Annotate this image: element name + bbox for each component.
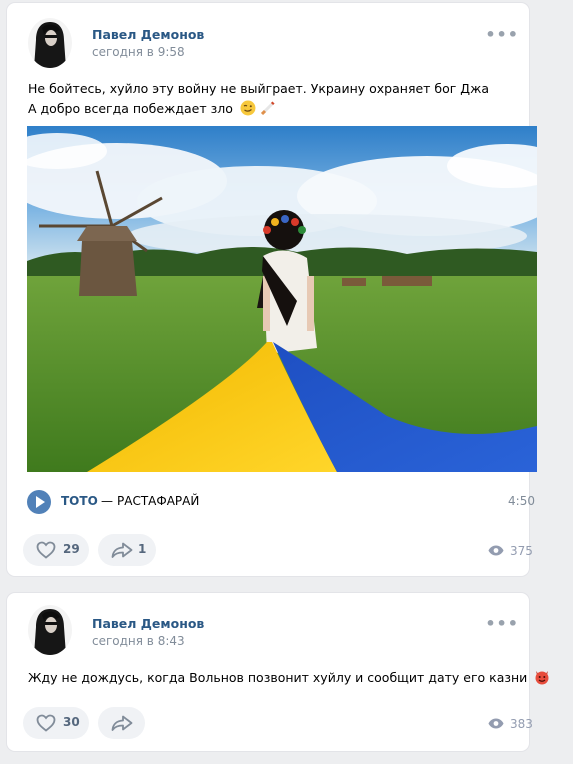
author-avatar[interactable] xyxy=(28,18,72,68)
devil-emoji-icon xyxy=(534,669,550,685)
audio-title[interactable]: РАСТАФАРАЙ xyxy=(117,494,199,508)
post-text-line-with-emoji: А добро всегда побеждает зло xyxy=(28,99,276,119)
share-arrow-icon xyxy=(111,542,133,558)
post-photo[interactable] xyxy=(27,126,537,472)
heart-icon xyxy=(36,714,56,732)
post-card: Павел Демонов сегодня в 8:43 ••• Жду не … xyxy=(7,593,549,751)
audio-attachment: ТОТО — РАСТАФАРАЙ 4:50 xyxy=(27,488,537,514)
play-button[interactable] xyxy=(27,490,51,514)
post-card: Павел Демонов сегодня в 9:58 ••• Не бойт… xyxy=(7,3,537,576)
post-timestamp[interactable]: сегодня в 8:43 xyxy=(92,634,185,648)
audio-separator: — xyxy=(101,494,113,508)
eye-icon xyxy=(488,545,504,556)
like-count: 29 xyxy=(63,542,80,556)
share-count: 1 xyxy=(138,542,147,556)
like-button[interactable]: 30 xyxy=(23,707,89,739)
eye-icon xyxy=(488,718,504,729)
share-button[interactable]: 1 xyxy=(98,534,156,566)
post-author-name[interactable]: Павел Демонов xyxy=(92,27,204,42)
post-text-line: Жду не дождусь, когда Вольнов позвонит х… xyxy=(28,670,528,685)
post-text-line-with-emoji: Жду не дождусь, когда Вольнов позвонит х… xyxy=(28,668,550,688)
post-text-line: Не бойтесь, хуйло эту войну не выйграет.… xyxy=(28,81,489,96)
views-count: 383 xyxy=(510,717,533,731)
more-options-icon[interactable]: ••• xyxy=(485,25,519,44)
views-count: 375 xyxy=(510,544,533,558)
audio-artist[interactable]: ТОТО xyxy=(61,494,98,508)
author-avatar[interactable] xyxy=(28,605,72,655)
post-author-name[interactable]: Павел Демонов xyxy=(92,616,204,631)
audio-duration: 4:50 xyxy=(508,494,535,508)
more-options-icon[interactable]: ••• xyxy=(485,614,519,633)
like-count: 30 xyxy=(63,715,80,729)
wink-emoji-icon xyxy=(240,100,256,116)
share-arrow-icon xyxy=(111,715,133,731)
post-text-line: А добро всегда побеждает зло xyxy=(28,101,233,116)
cigarette-emoji-icon xyxy=(260,100,276,116)
heart-icon xyxy=(36,541,56,559)
like-button[interactable]: 29 xyxy=(23,534,89,566)
post-timestamp[interactable]: сегодня в 9:58 xyxy=(92,45,185,59)
share-button[interactable] xyxy=(98,707,145,739)
